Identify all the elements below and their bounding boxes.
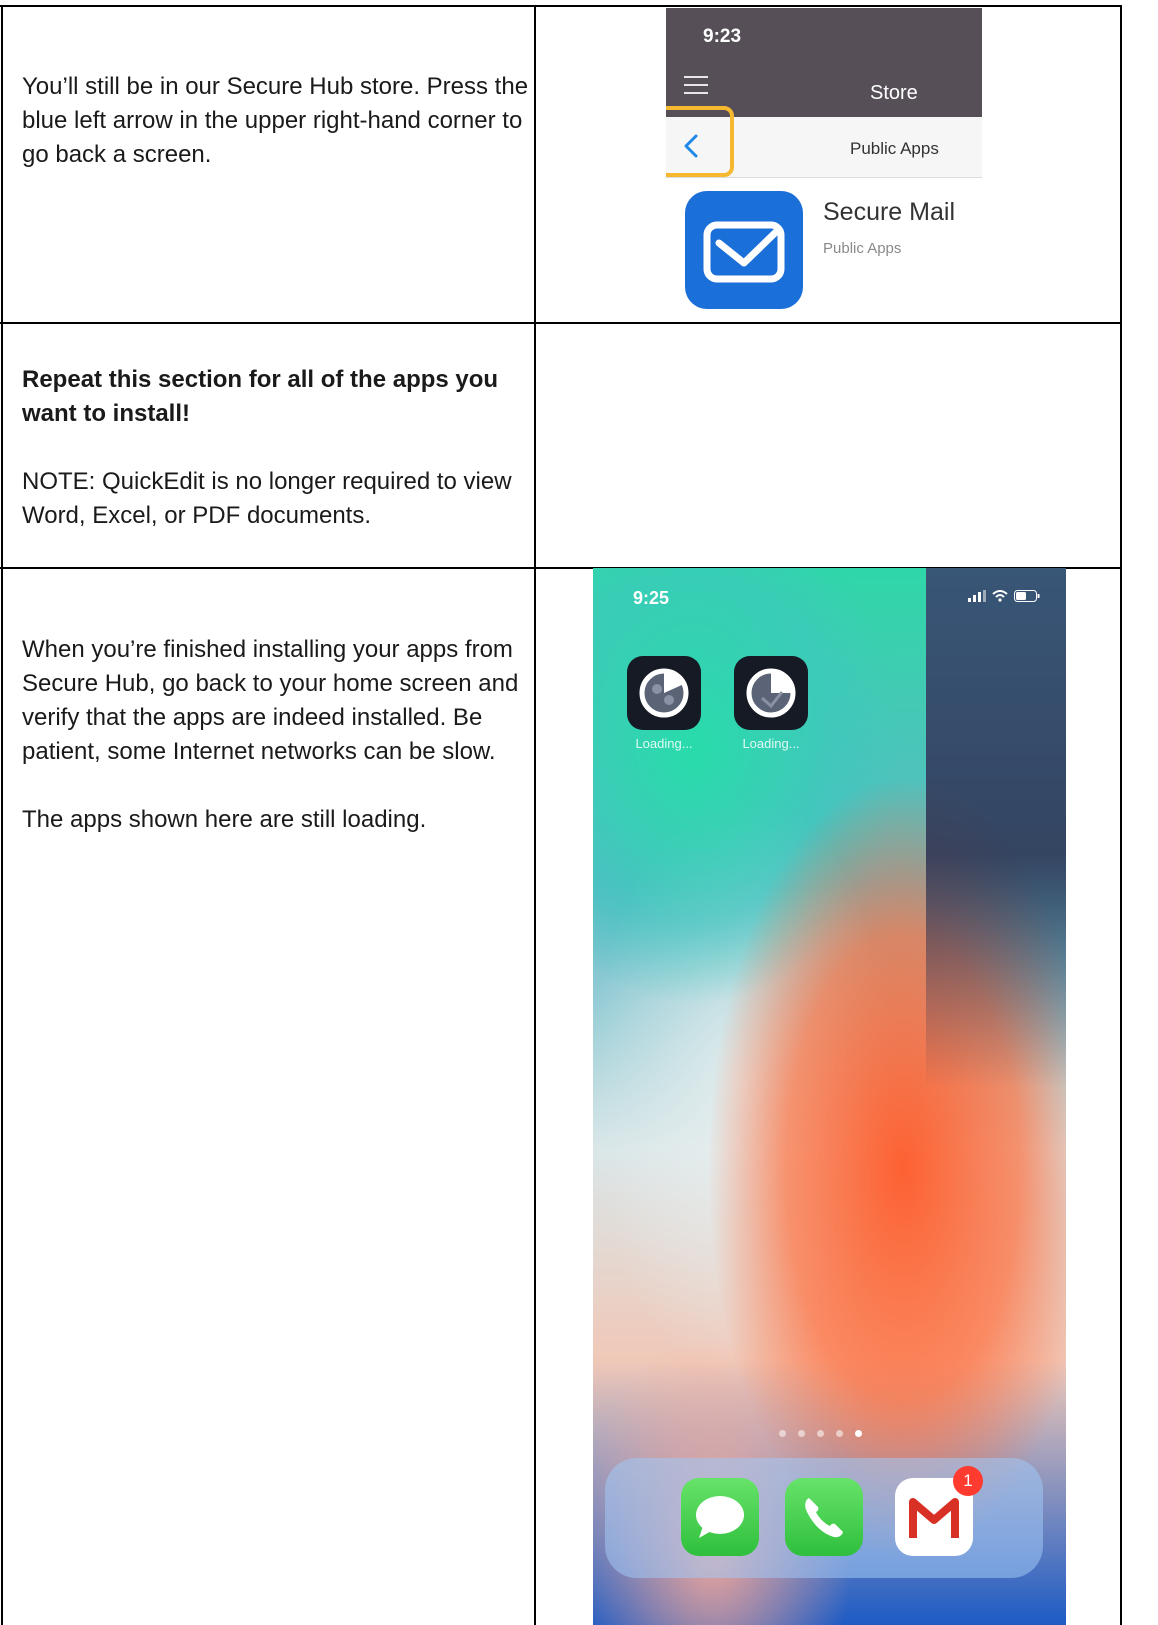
app-loading-label: Loading... (742, 736, 800, 751)
home-status-time: 9:25 (633, 588, 670, 608)
app-name[interactable]: Secure Mail (823, 198, 955, 227)
row2-heading: Repeat this section for all of the apps … (22, 366, 499, 427)
table-border-top (0, 5, 1122, 7)
app-loading-label: Loading... (635, 736, 693, 751)
loading-app-icon (627, 656, 701, 730)
loading-app-2[interactable]: Loading... (734, 656, 808, 751)
notification-badge: 1 (953, 1466, 983, 1496)
table-border-left (1, 5, 3, 1625)
back-arrow-highlight (666, 106, 734, 177)
page-dot (836, 1430, 843, 1437)
table-border-row1 (0, 322, 1122, 324)
signal-icon (968, 590, 986, 602)
page-indicator[interactable] (779, 1430, 862, 1437)
row1-paragraph: You’ll still be in our Secure Hub store.… (22, 73, 529, 168)
page-dot (779, 1430, 786, 1437)
row2-note: NOTE: QuickEdit is no longer required to… (22, 468, 512, 529)
dock: 1 (605, 1458, 1043, 1578)
hamburger-menu-icon[interactable] (684, 76, 708, 100)
row2-instructions: Repeat this section for all of the apps … (22, 363, 542, 533)
page-dot-active (855, 1430, 862, 1437)
loading-app-icon (734, 656, 808, 730)
row1-instructions: You’ll still be in our Secure Hub store.… (22, 70, 542, 172)
page-dot (798, 1430, 805, 1437)
row3-loading-note: The apps shown here are still loading. (22, 806, 427, 833)
app-category: Public Apps (823, 240, 902, 257)
status-time: 9:23 (703, 26, 742, 47)
table-border-right (1120, 5, 1122, 1625)
wifi-icon (992, 590, 1008, 602)
gmail-icon[interactable]: 1 (895, 1466, 983, 1556)
page-dot (817, 1430, 824, 1437)
status-indicators (968, 590, 1040, 602)
store-subtitle: Public Apps (850, 139, 939, 158)
envelope-icon (703, 221, 785, 283)
home-screen-screenshot: 9:25 Loading... Loading... 1 (593, 568, 1066, 1625)
loading-app-1[interactable]: Loading... (627, 656, 701, 751)
store-title: Store (870, 82, 918, 104)
messages-icon[interactable] (681, 1478, 759, 1556)
row3-instructions: When you’re finished installing your app… (22, 633, 542, 837)
phone-icon[interactable] (785, 1478, 863, 1556)
battery-icon (1014, 590, 1040, 602)
store-header: 9:23 Store (666, 8, 982, 117)
secure-mail-app-icon[interactable] (685, 191, 803, 309)
row3-paragraph: When you’re finished installing your app… (22, 636, 519, 765)
secure-hub-store-screenshot: 9:23 Store Public Apps Secure Mail Publi… (666, 8, 982, 320)
